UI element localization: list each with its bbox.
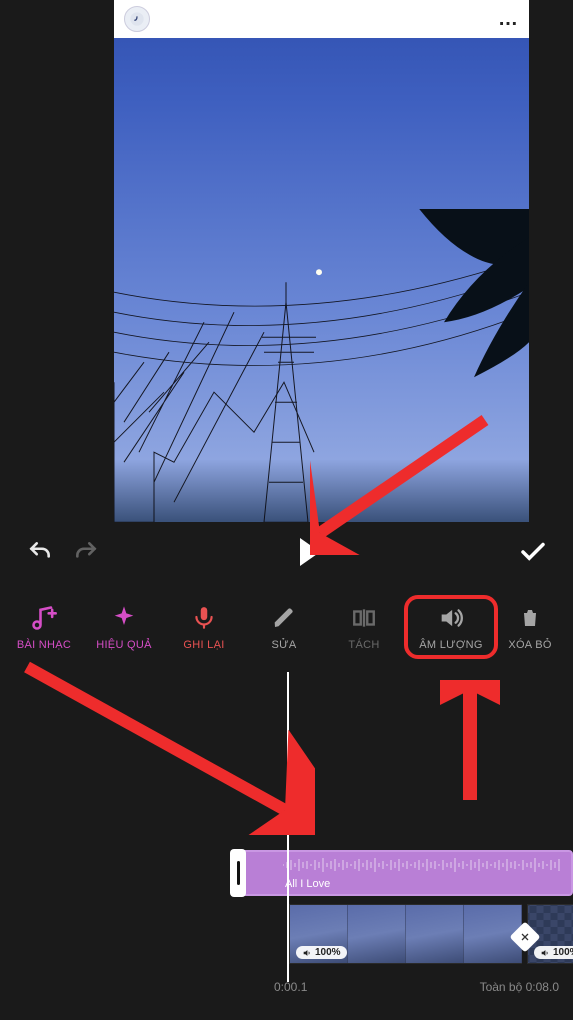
tool-volume[interactable]: ÂM LƯỢNG — [404, 595, 498, 659]
volume-badge: 100% — [296, 946, 347, 959]
tool-label: GHI LẠI — [183, 639, 224, 651]
confirm-button[interactable] — [513, 532, 553, 572]
play-button[interactable] — [290, 532, 330, 572]
music-clip[interactable]: All I Love — [239, 850, 573, 896]
tool-music[interactable]: BÀI NHẠC — [4, 603, 84, 651]
total-time: Toàn bộ 0:08.0 — [480, 980, 559, 994]
music-plus-icon — [29, 603, 59, 633]
mic-icon — [189, 603, 219, 633]
tool-delete[interactable]: XÓA BỎ — [498, 603, 562, 651]
volume-value: 100% — [553, 947, 573, 958]
split-icon — [349, 603, 379, 633]
time-display: 0:00.1 Toàn bộ 0:08.0 — [0, 980, 573, 994]
tool-edit[interactable]: SỬA — [244, 603, 324, 651]
trash-icon — [515, 603, 545, 633]
speaker-icon — [436, 603, 466, 633]
preview-silhouette — [114, 209, 529, 522]
playhead[interactable] — [287, 672, 289, 982]
timeline[interactable]: All I Love 100% 100% 0:00.1 Toàn bộ 0:08… — [0, 672, 573, 1020]
avatar — [124, 6, 150, 32]
redo-button — [66, 532, 106, 572]
tool-split[interactable]: TÁCH — [324, 603, 404, 651]
tool-record[interactable]: GHI LẠI — [164, 603, 244, 651]
clip-trim-handle[interactable] — [230, 849, 246, 897]
music-clip-title: All I Love — [285, 878, 330, 890]
post-header: … — [114, 0, 529, 38]
tool-label: HIỆU QUẢ — [96, 639, 152, 651]
edit-toolbar: BÀI NHẠC HIỆU QUẢ GHI LẠI SỬA TÁCH ÂM LƯ… — [0, 582, 573, 672]
volume-value: 100% — [315, 947, 341, 958]
pencil-icon — [269, 603, 299, 633]
undo-button[interactable] — [20, 532, 60, 572]
tool-label: ÂM LƯỢNG — [419, 639, 482, 651]
tool-label: SỬA — [272, 639, 297, 651]
video-clip-1[interactable]: 100% — [289, 904, 522, 964]
player-controls — [0, 522, 573, 582]
tool-label: BÀI NHẠC — [17, 639, 71, 651]
tool-label: TÁCH — [348, 639, 379, 651]
tool-label: XÓA BỎ — [508, 639, 551, 651]
sparkle-icon — [109, 603, 139, 633]
waveform-icon — [283, 857, 563, 873]
tool-effects[interactable]: HIỆU QUẢ — [84, 603, 164, 651]
current-time: 0:00.1 — [274, 980, 307, 994]
volume-badge: 100% — [534, 946, 573, 959]
video-preview-area: … — [0, 0, 573, 522]
video-preview[interactable]: … — [114, 0, 529, 522]
more-icon[interactable]: … — [498, 8, 519, 31]
play-icon — [300, 538, 320, 566]
